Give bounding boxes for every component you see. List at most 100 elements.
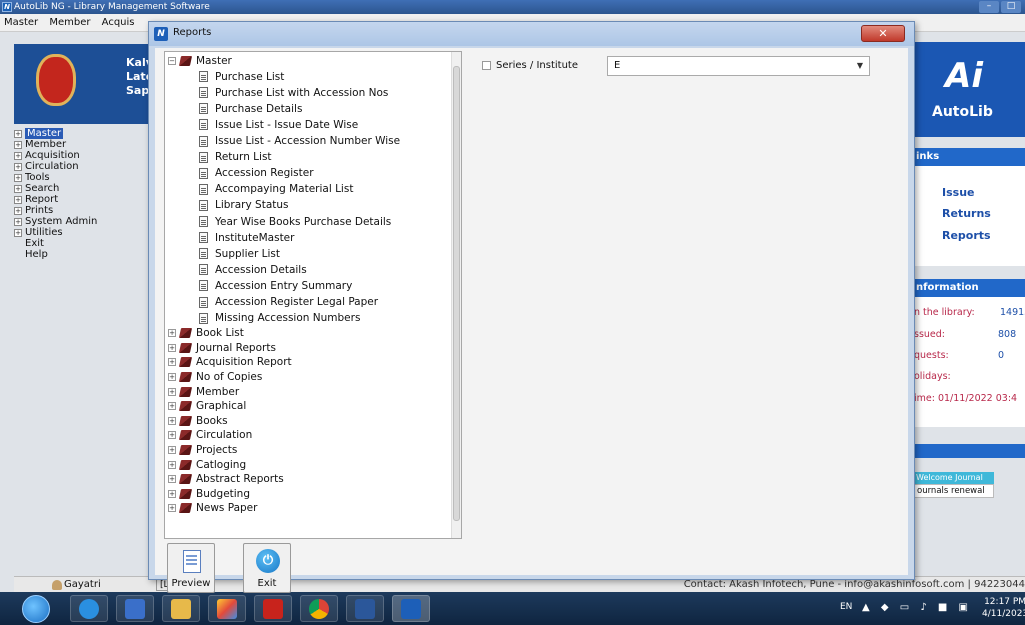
dialog-titlebar: N Reports ✕ xyxy=(149,22,914,46)
expand-icon[interactable]: + xyxy=(168,475,176,484)
expand-icon[interactable]: + xyxy=(14,162,22,171)
report-tree: − Master Purchase List Purchase List with A… xyxy=(164,51,462,539)
preview-button[interactable]: Preview xyxy=(167,543,215,593)
tree-leaf-report[interactable]: Supplier List xyxy=(199,246,280,261)
taskbar-explorer[interactable] xyxy=(162,595,200,622)
tree-node-group[interactable]: + Graphical xyxy=(168,399,246,414)
taskbar-media[interactable] xyxy=(116,595,154,622)
tree-leaf-report[interactable]: Library Status xyxy=(199,198,289,213)
expand-icon[interactable]: + xyxy=(168,416,176,425)
tree-leaf-report[interactable]: Accompaying Material List xyxy=(199,182,353,197)
nav-item-system-admin[interactable]: + System Admin xyxy=(14,216,154,227)
expand-icon[interactable]: + xyxy=(168,358,176,367)
nav-item-utilities[interactable]: + Utilities xyxy=(14,227,154,238)
nav-item-exit[interactable]: Exit xyxy=(14,238,154,249)
expand-icon[interactable]: + xyxy=(14,195,22,204)
expand-icon[interactable]: + xyxy=(168,373,176,381)
tree-node-group[interactable]: + Catloging xyxy=(168,457,246,472)
minimize-icon[interactable]: – xyxy=(979,1,999,13)
tree-node-group[interactable]: + Acquisition Report xyxy=(168,355,292,370)
expand-icon[interactable]: + xyxy=(168,387,176,396)
tree-leaf-report[interactable]: Accession Register Legal Paper xyxy=(199,295,378,310)
series-institute-select[interactable]: E ▼ xyxy=(607,56,870,76)
expand-icon[interactable]: + xyxy=(168,489,176,498)
tree-leaf-report[interactable]: Accession Entry Summary xyxy=(199,278,352,293)
collapse-icon[interactable]: − xyxy=(168,56,176,65)
tree-node-master[interactable]: − Master xyxy=(168,53,232,68)
nav-item-report[interactable]: + Report xyxy=(14,194,154,205)
menu-member[interactable]: Member xyxy=(45,14,94,31)
tree-leaf-report[interactable]: Issue List - Accession Number Wise xyxy=(199,134,400,149)
link-reports[interactable]: Reports xyxy=(942,229,991,242)
tree-node-group[interactable]: + Circulation xyxy=(168,428,252,443)
nav-item-search[interactable]: + Search xyxy=(14,183,154,194)
tree-node-group[interactable]: + Abstract Reports xyxy=(168,472,284,487)
start-button[interactable] xyxy=(22,595,50,623)
expand-icon[interactable]: + xyxy=(168,446,176,454)
tree-node-group[interactable]: + Books xyxy=(168,413,228,428)
nav-item-circulation[interactable]: + Circulation xyxy=(14,161,154,172)
tree-node-group[interactable]: + Book List xyxy=(168,326,244,341)
expand-icon[interactable]: + xyxy=(168,431,176,440)
tab-welcome-journal[interactable]: Welcome Journal xyxy=(912,472,994,484)
tree-node-group[interactable]: + Member xyxy=(168,384,239,399)
expand-icon[interactable]: + xyxy=(14,184,22,193)
expand-icon[interactable]: + xyxy=(168,460,176,469)
exit-button[interactable]: ⏻ Exit xyxy=(243,543,291,593)
tree-leaf-report[interactable]: Year Wise Books Purchase Details xyxy=(199,214,391,229)
tree-leaf-report[interactable]: Return List xyxy=(199,150,272,165)
tray-language[interactable]: EN xyxy=(840,602,852,612)
nav-item-acquisition[interactable]: + Acquisition xyxy=(14,150,154,161)
tree-leaf-report[interactable]: InstituteMaster xyxy=(199,230,294,245)
tree-node-group[interactable]: + News Paper xyxy=(168,501,257,516)
expand-icon[interactable]: + xyxy=(168,343,176,352)
expand-icon[interactable]: + xyxy=(14,140,22,149)
taskbar-ie[interactable] xyxy=(70,595,108,622)
link-issue[interactable]: Issue xyxy=(942,186,974,199)
tray-clock[interactable]: 12:17 PM 4/11/2023 xyxy=(982,596,1025,620)
nav-item-tools[interactable]: + Tools xyxy=(14,172,154,183)
nav-item-prints[interactable]: + Prints xyxy=(14,205,154,216)
expand-icon[interactable]: + xyxy=(168,402,176,411)
tree-node-group[interactable]: + No of Copies xyxy=(168,370,262,385)
menu-acquisition[interactable]: Acquis xyxy=(98,14,139,31)
expand-icon[interactable]: + xyxy=(14,151,22,160)
report-document-icon xyxy=(199,248,208,260)
tab-journals-renewal[interactable]: ournals renewal xyxy=(912,484,994,498)
tree-leaf-report[interactable]: Missing Accession Numbers xyxy=(199,311,360,326)
close-button[interactable]: ✕ xyxy=(861,25,905,42)
tree-node-group[interactable]: + Journal Reports xyxy=(168,340,276,355)
taskbar-word[interactable] xyxy=(346,595,384,622)
link-returns[interactable]: Returns xyxy=(942,207,991,220)
nav-item-member[interactable]: + Member xyxy=(14,139,154,150)
series-selected-value: E xyxy=(614,60,621,71)
tree-leaf-report[interactable]: Purchase List xyxy=(199,69,284,84)
expand-icon[interactable]: + xyxy=(168,329,176,338)
expand-icon[interactable]: + xyxy=(14,206,22,215)
nav-item-master[interactable]: + Master xyxy=(14,128,154,139)
taskbar-chrome[interactable] xyxy=(300,595,338,622)
tree-leaf-report[interactable]: Accession Register xyxy=(199,166,314,181)
scroll-thumb[interactable] xyxy=(453,66,460,521)
tree-leaf-report[interactable]: Purchase Details xyxy=(199,101,302,116)
series-institute-checkbox[interactable] xyxy=(482,61,491,70)
menu-master[interactable]: Master xyxy=(0,14,42,31)
tree-leaf-report[interactable]: Issue List - Issue Date Wise xyxy=(199,117,358,132)
tray-icons[interactable]: ▲ ◆ ▭ ♪ ■ ▣ xyxy=(862,602,972,613)
report-document-icon xyxy=(199,135,208,147)
expand-icon[interactable]: + xyxy=(14,228,22,237)
taskbar-autolib[interactable] xyxy=(392,595,430,622)
maximize-icon[interactable]: □ xyxy=(1001,1,1021,13)
nav-item-help[interactable]: Help xyxy=(14,249,154,260)
tree-node-group[interactable]: + Projects xyxy=(168,443,237,458)
expand-icon[interactable]: + xyxy=(14,173,22,182)
expand-icon[interactable]: + xyxy=(168,504,176,513)
expand-icon[interactable]: + xyxy=(14,217,22,226)
tree-leaf-report[interactable]: Accession Details xyxy=(199,262,307,277)
tree-node-group[interactable]: + Budgeting xyxy=(168,486,250,501)
expand-icon[interactable]: + xyxy=(14,129,22,138)
tree-leaf-report[interactable]: Purchase List with Accession Nos xyxy=(199,85,388,100)
tree-scrollbar[interactable] xyxy=(451,52,461,538)
taskbar-paint[interactable] xyxy=(208,595,246,622)
taskbar-pdf[interactable] xyxy=(254,595,292,622)
